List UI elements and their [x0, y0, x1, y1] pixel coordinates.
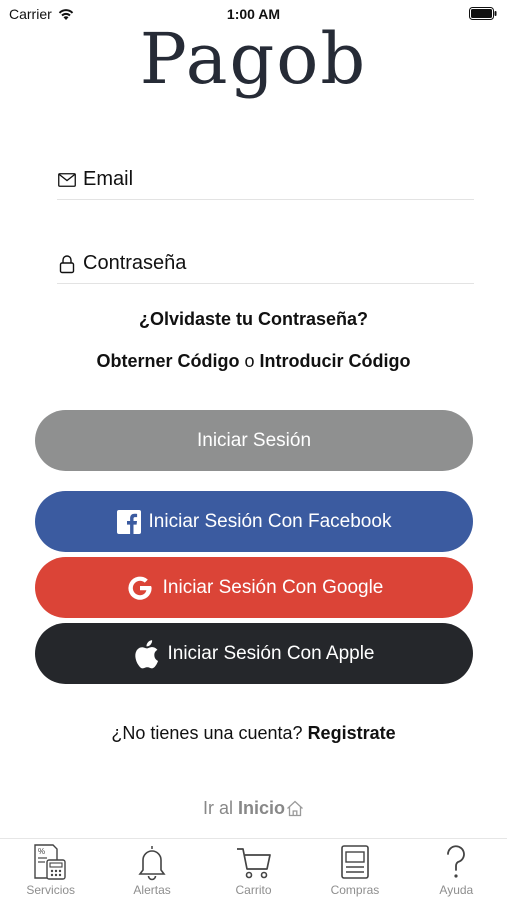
apple-button-label: Iniciar Sesión Con Apple [167, 642, 375, 664]
login-button-label: Iniciar Sesión [196, 429, 312, 451]
tab-label: Servicios [26, 883, 76, 897]
svg-text:%: % [38, 847, 45, 856]
facebook-icon [116, 509, 141, 534]
services-icon: % [31, 843, 71, 881]
facebook-login-button[interactable]: Iniciar Sesión Con Facebook [35, 491, 473, 552]
register-link[interactable]: Registrate [308, 723, 396, 743]
tab-alertas[interactable]: Alertas [101, 839, 202, 900]
facebook-button-label: Iniciar Sesión Con Facebook [148, 510, 392, 532]
tab-carrito[interactable]: Carrito [203, 839, 304, 900]
apple-icon [133, 639, 159, 669]
signup-row: ¿No tienes una cuenta? Registrate [0, 723, 507, 744]
envelope-icon [57, 170, 77, 190]
lock-icon [57, 254, 77, 274]
tab-compras[interactable]: Compras [304, 839, 405, 900]
tab-bar: % Servicios Alertas Carrito Compras Ayud… [0, 838, 507, 900]
cart-icon [234, 843, 274, 881]
get-code-link[interactable]: Obterner Código [96, 351, 239, 371]
tab-label: Compras [330, 883, 380, 897]
email-field[interactable] [57, 160, 474, 200]
tab-ayuda[interactable]: Ayuda [406, 839, 507, 900]
password-input[interactable] [83, 252, 463, 275]
code-row: Obterner Código o Introducir Código [0, 351, 507, 372]
tab-label: Carrito [235, 883, 272, 897]
google-button-label: Iniciar Sesión Con Google [162, 576, 384, 598]
enter-code-link[interactable]: Introducir Código [260, 351, 411, 371]
password-field[interactable] [57, 244, 474, 284]
login-button[interactable]: Iniciar Sesión [35, 410, 473, 471]
home-prefix: Ir al [202, 798, 233, 818]
home-link-label: Inicio [238, 798, 286, 818]
app-logo: Pagob [139, 18, 368, 100]
tab-label: Alertas [133, 883, 171, 897]
google-icon [125, 573, 155, 603]
receipt-icon [335, 843, 375, 881]
bell-icon [132, 843, 172, 881]
email-input[interactable] [83, 168, 463, 191]
forgot-password-link[interactable]: ¿Olvidaste tu Contraseña? [0, 309, 507, 330]
tab-label: Ayuda [439, 883, 474, 897]
question-icon [436, 843, 476, 881]
apple-login-button[interactable]: Iniciar Sesión Con Apple [35, 623, 473, 684]
home-link[interactable]: Ir al Inicio [0, 798, 507, 819]
code-separator: o [244, 351, 255, 371]
signup-question: ¿No tienes una cuenta? [111, 723, 303, 743]
google-login-button[interactable]: Iniciar Sesión Con Google [35, 557, 473, 618]
house-icon [286, 800, 304, 817]
tab-servicios[interactable]: % Servicios [0, 839, 101, 900]
